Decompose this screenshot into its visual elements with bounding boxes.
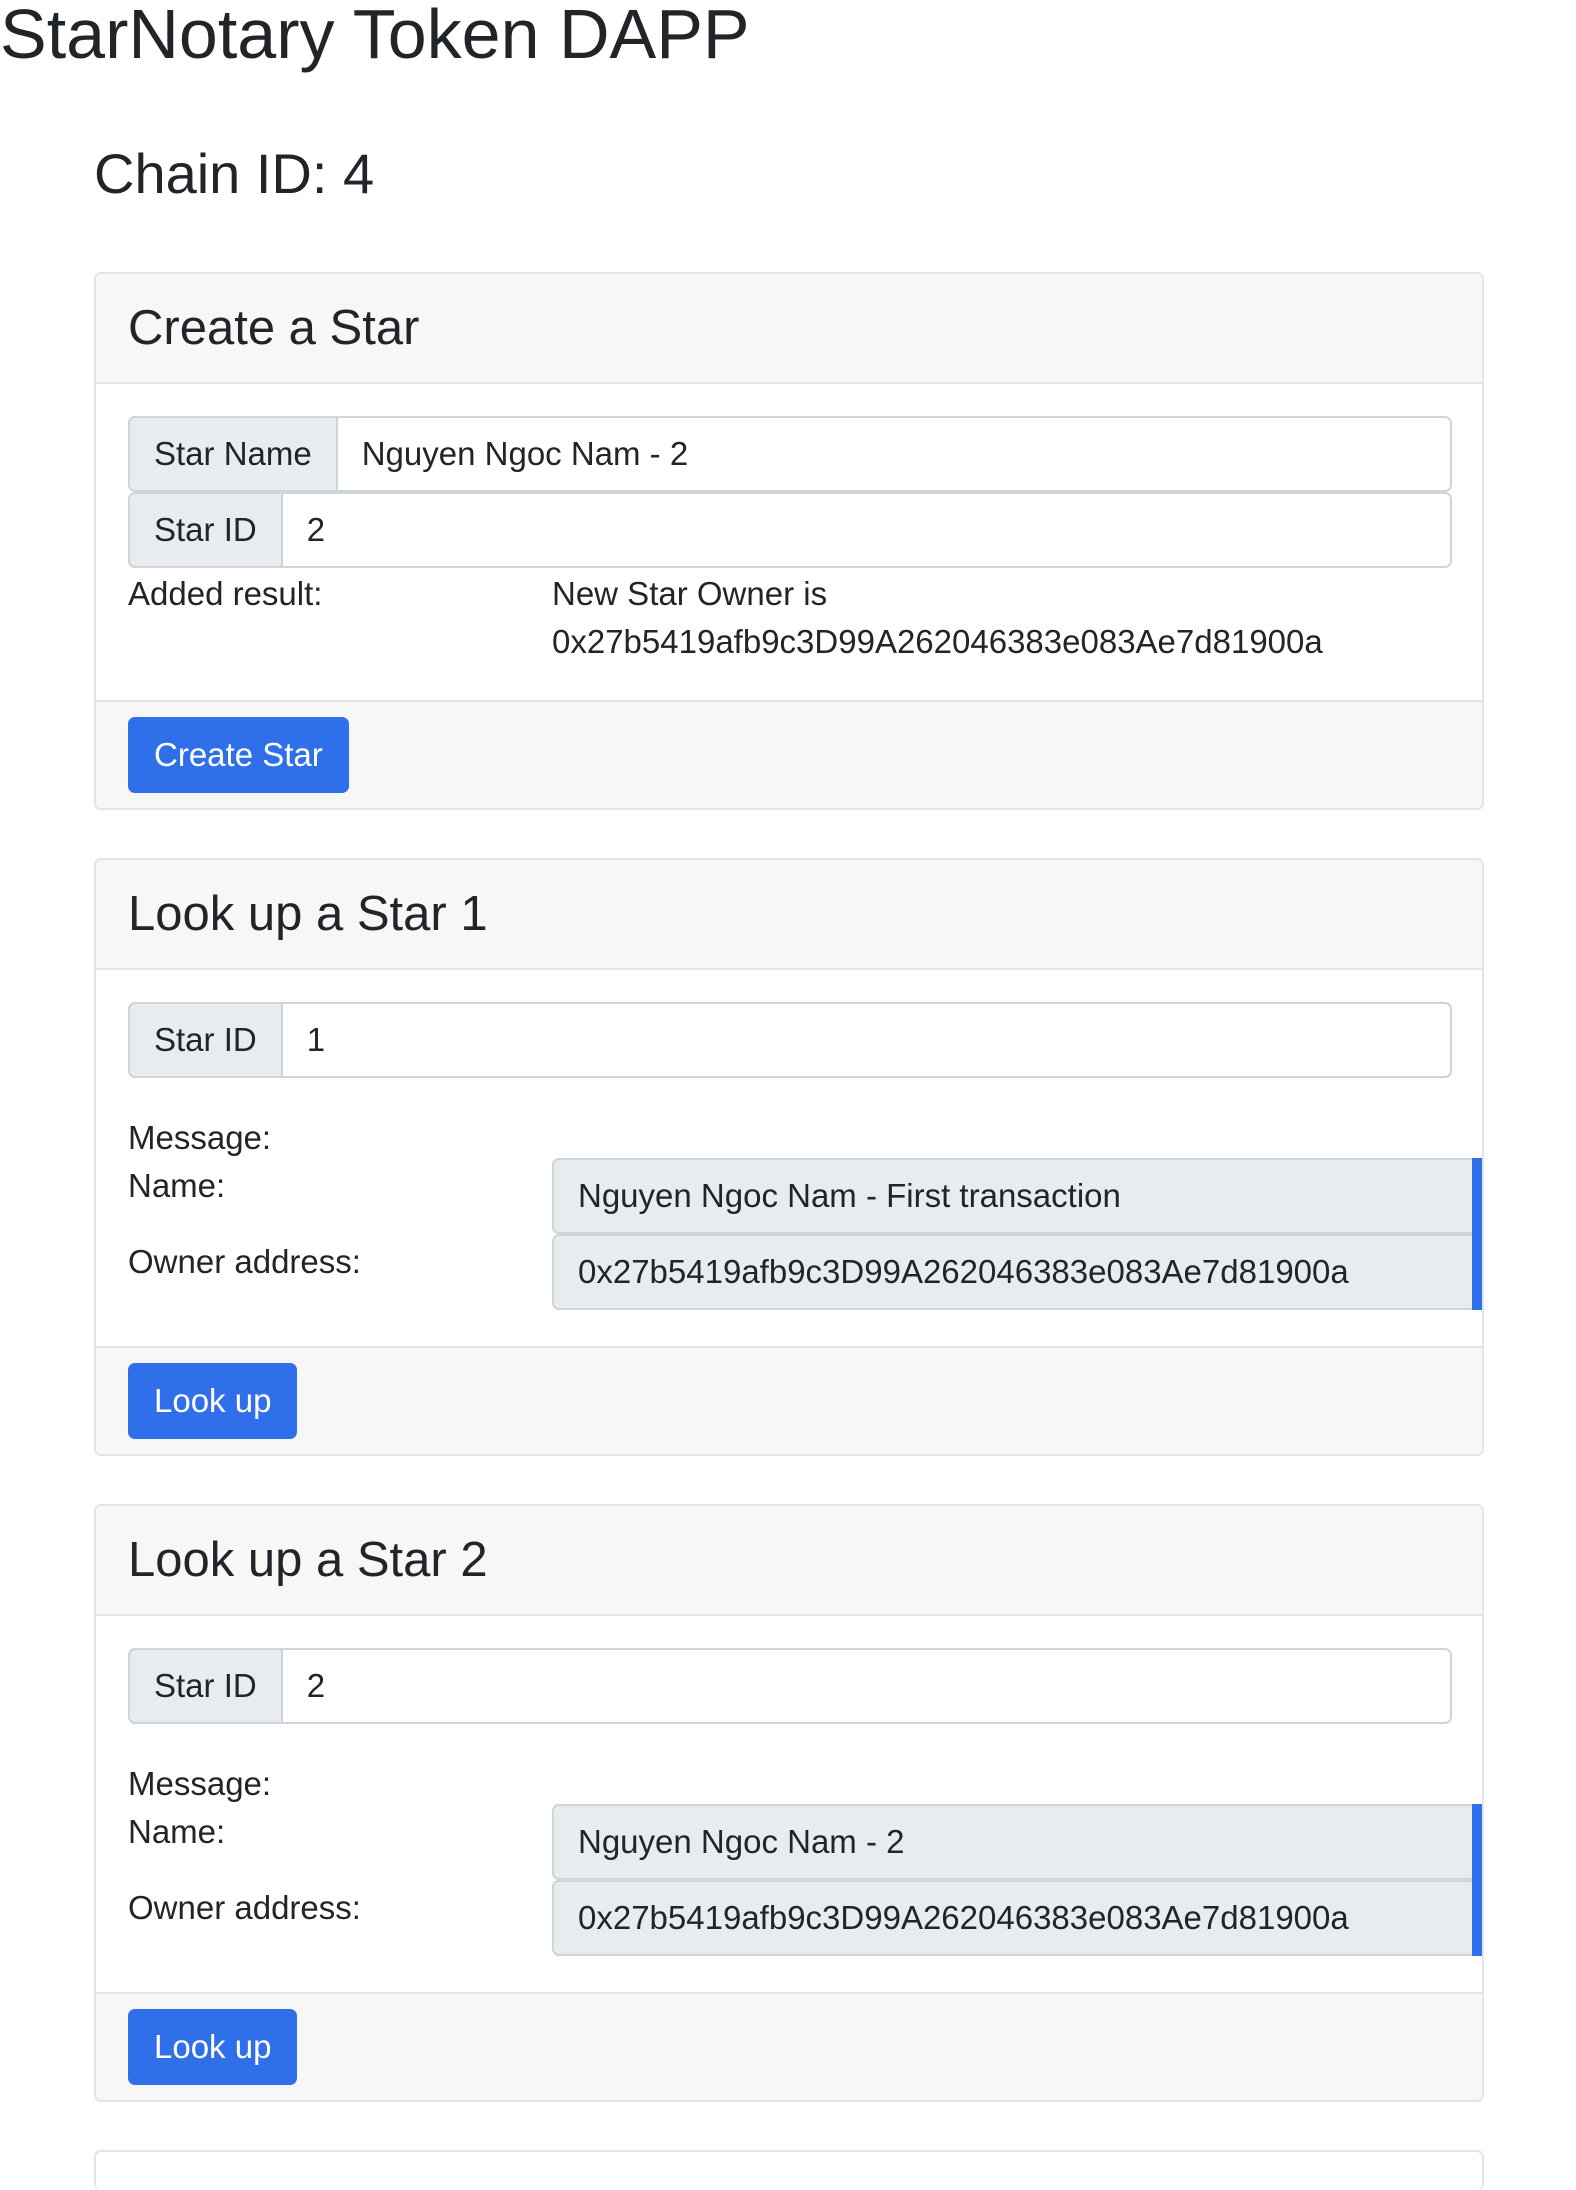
create-star-button[interactable]: Create Star [128, 717, 349, 793]
lookup1-name-label: Name: [128, 1167, 226, 1204]
star-name-addon: Star Name [128, 416, 336, 492]
app-title: StarNotary Token DAPP [0, 0, 750, 73]
lookup-star-1-title: Look up a Star 1 [128, 887, 488, 941]
lookup1-star-id-group: Star ID 1 [128, 1002, 1452, 1078]
lookup1-name-output: Nguyen Ngoc Nam - First transaction [552, 1158, 1472, 1234]
lookup1-name-group: Nguyen Ngoc Nam - First transaction [552, 1158, 1482, 1234]
lookup2-button[interactable]: Look up [128, 2009, 298, 2085]
lookup-star-2-header: Look up a Star 2 [96, 1506, 1482, 1616]
create-star-header: Create a Star [96, 274, 1482, 384]
create-star-card: Create a Star Star Name Nguyen Ngoc Nam … [94, 272, 1484, 810]
lookup1-owner-copy-button[interactable] [1472, 1234, 1482, 1310]
lookup2-name-copy-button[interactable] [1472, 1804, 1482, 1880]
lookup2-star-id-group: Star ID 2 [128, 1648, 1452, 1724]
next-card-partial [94, 2150, 1484, 2190]
lookup2-star-id-input[interactable]: 2 [280, 1648, 1452, 1724]
create-star-footer: Create Star [96, 700, 1482, 808]
chain-id-heading: Chain ID: 4 [94, 142, 375, 205]
lookup-star-2-body: Star ID 2 Message: Name: Nguyen Ngoc Nam… [96, 1616, 1482, 1992]
added-result-line1: New Star Owner is [552, 575, 828, 612]
lookup1-owner-output: 0x27b5419afb9c3D99A262046383e083Ae7d8190… [552, 1234, 1472, 1310]
lookup-star-1-header: Look up a Star 1 [96, 860, 1482, 970]
star-name-group: Star Name Nguyen Ngoc Nam - 2 [128, 416, 1452, 492]
create-star-title: Create a Star [128, 301, 420, 355]
lookup-star-1-body: Star ID 1 Message: Name: Nguyen Ngoc Nam… [96, 970, 1482, 1346]
star-id-group: Star ID 2 [128, 492, 1452, 568]
star-id-addon: Star ID [128, 492, 281, 568]
lookup-star-1-card: Look up a Star 1 Star ID 1 Message: Name… [94, 858, 1484, 1456]
lookup1-button[interactable]: Look up [128, 1363, 298, 1439]
create-star-body: Star Name Nguyen Ngoc Nam - 2 Star ID 2 … [96, 384, 1482, 700]
lookup1-star-id-input[interactable]: 1 [280, 1002, 1452, 1078]
lookup2-name-output: Nguyen Ngoc Nam - 2 [552, 1804, 1472, 1880]
lookup-star-2-footer: Look up [96, 1992, 1482, 2100]
lookup1-star-id-addon: Star ID [128, 1002, 281, 1078]
added-result-label: Added result: [128, 575, 323, 612]
lookup2-owner-output: 0x27b5419afb9c3D99A262046383e083Ae7d8190… [552, 1880, 1472, 1956]
lookup1-name-copy-button[interactable] [1472, 1158, 1482, 1234]
lookup-star-2-card: Look up a Star 2 Star ID 2 Message: Name… [94, 1504, 1484, 2102]
star-name-input[interactable]: Nguyen Ngoc Nam - 2 [335, 416, 1452, 492]
lookup2-name-label: Name: [128, 1813, 226, 1850]
lookup2-star-id-addon: Star ID [128, 1648, 281, 1724]
added-result-address: 0x27b5419afb9c3D99A262046383e083Ae7d8190… [552, 623, 1323, 660]
lookup2-owner-group: 0x27b5419afb9c3D99A262046383e083Ae7d8190… [552, 1880, 1482, 1956]
star-id-input[interactable]: 2 [280, 492, 1452, 568]
lookup2-owner-copy-button[interactable] [1472, 1880, 1482, 1956]
lookup-star-1-footer: Look up [96, 1346, 1482, 1454]
lookup2-message-label: Message: [128, 1765, 272, 1802]
lookup1-message-label: Message: [128, 1119, 272, 1156]
lookup-star-2-title: Look up a Star 2 [128, 1533, 488, 1587]
lookup2-name-group: Nguyen Ngoc Nam - 2 [552, 1804, 1482, 1880]
lookup1-owner-group: 0x27b5419afb9c3D99A262046383e083Ae7d8190… [552, 1234, 1482, 1310]
lookup2-owner-label: Owner address: [128, 1889, 361, 1926]
lookup1-owner-label: Owner address: [128, 1243, 361, 1280]
